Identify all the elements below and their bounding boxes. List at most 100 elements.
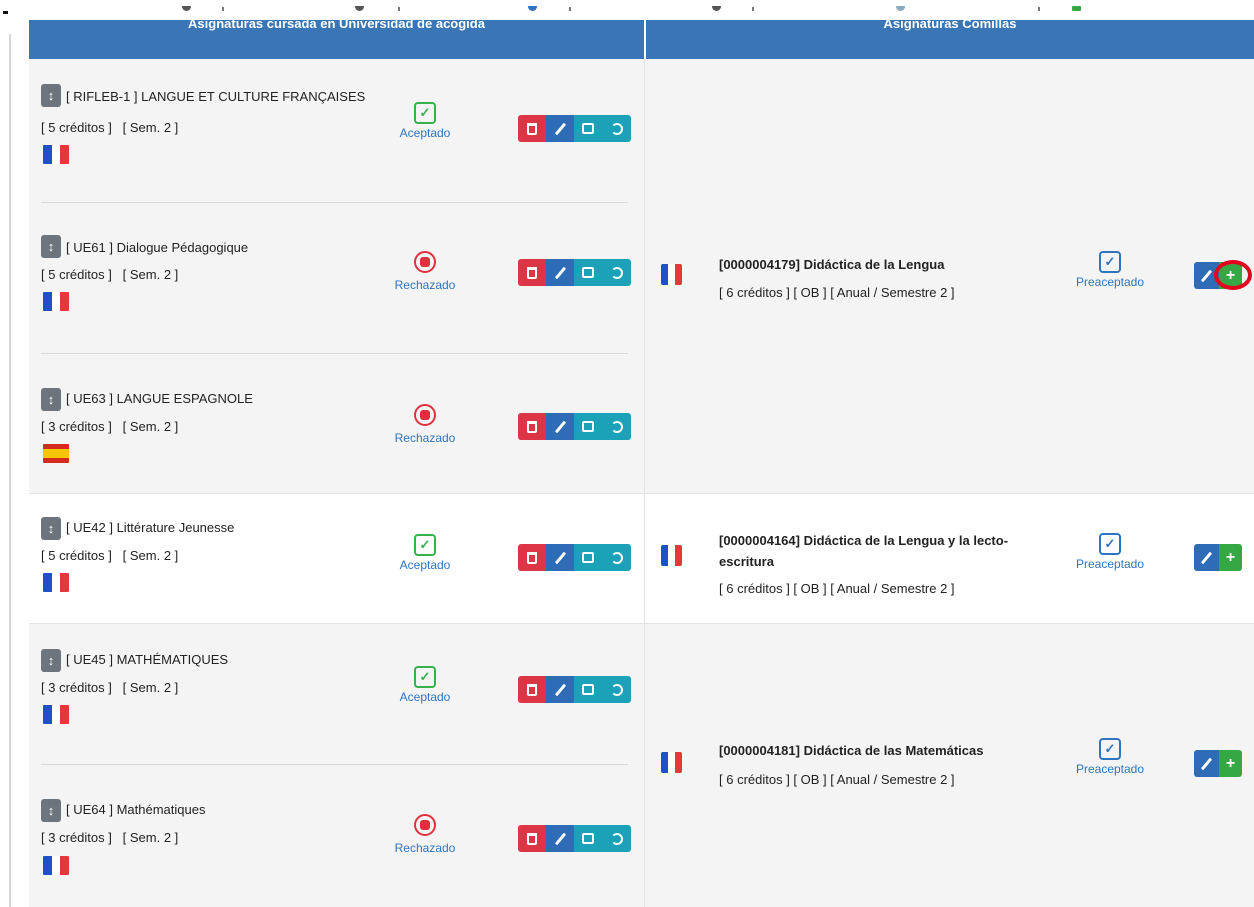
item-separator-2: [41, 353, 628, 354]
comillas-course-actions: +: [1194, 750, 1242, 777]
history-icon: [610, 832, 623, 845]
host-course-title: [ UE63 ] LANGUE ESPAGNOLE: [66, 391, 253, 406]
history-icon: [610, 551, 623, 564]
host-course-semester: [ Sem. 2 ]: [122, 548, 179, 563]
host-course-credits: [ 5 créditos ]: [41, 120, 112, 135]
comment-button[interactable]: [574, 115, 602, 142]
sort-arrows-icon[interactable]: ↕: [41, 799, 61, 822]
comillas-course-title-line1: [0000004164] Didáctica de la Lengua y la…: [719, 533, 1009, 548]
comillas-courses-header-text: Asignaturas Comillas: [883, 20, 1017, 31]
history-button[interactable]: [602, 413, 631, 440]
group-divider-2: [29, 623, 1254, 624]
host-course-meta: [ 5 créditos ] [ Sem. 2 ]: [41, 548, 178, 563]
comment-button[interactable]: [574, 825, 602, 852]
delete-button[interactable]: [518, 676, 546, 703]
status-preaccepted: ✓ Preaceptado: [1065, 738, 1155, 776]
sort-arrows-icon[interactable]: ↕: [41, 517, 61, 540]
pencil-icon: [1200, 269, 1213, 282]
host-course-credits: [ 5 créditos ]: [41, 548, 112, 563]
speech-bubble-icon: [582, 684, 594, 695]
host-course-semester: [ Sem. 2 ]: [122, 830, 179, 845]
comment-button[interactable]: [574, 676, 602, 703]
sort-arrows-icon[interactable]: ↕: [41, 235, 61, 258]
top-dot-6: [1072, 6, 1081, 11]
history-button[interactable]: [602, 259, 631, 286]
pencil-icon: [1200, 551, 1213, 564]
delete-button[interactable]: [518, 825, 546, 852]
delete-button[interactable]: [518, 259, 546, 286]
comillas-course-title-line2: escritura: [719, 554, 774, 569]
comment-button[interactable]: [574, 413, 602, 440]
check-square-icon: ✓: [414, 534, 436, 556]
edit-button[interactable]: [546, 413, 574, 440]
edit-button[interactable]: [546, 676, 574, 703]
top-strip: [0, 0, 1254, 20]
edit-button[interactable]: [546, 115, 574, 142]
check-square-icon: ✓: [1099, 251, 1121, 273]
host-course-semester: [ Sem. 2 ]: [122, 419, 179, 434]
history-icon: [610, 420, 623, 433]
status-label: Aceptado: [399, 690, 451, 704]
comillas-course-meta: [ 6 créditos ] [ OB ] [ Anual / Semestre…: [719, 772, 955, 787]
sort-arrows-icon[interactable]: ↕: [41, 388, 61, 411]
host-course-title: [ UE45 ] MATHÉMATIQUES: [66, 652, 229, 667]
host-course-meta: [ 3 créditos ] [ Sem. 2 ]: [41, 680, 178, 695]
edit-button[interactable]: [546, 825, 574, 852]
highlight-ring: [1214, 260, 1252, 290]
top-tick-4: [752, 7, 754, 11]
delete-button[interactable]: [518, 115, 546, 142]
host-course-actions: [518, 676, 631, 703]
host-course-semester: [ Sem. 2 ]: [122, 680, 179, 695]
france-flag-icon: [43, 145, 69, 164]
edit-button[interactable]: [546, 544, 574, 571]
history-button[interactable]: [602, 825, 631, 852]
comment-button[interactable]: [574, 259, 602, 286]
status-label: Rechazado: [394, 431, 456, 445]
top-dot-4: [712, 6, 721, 11]
edit-button[interactable]: [1194, 544, 1219, 571]
france-flag-icon: [661, 545, 682, 566]
delete-button[interactable]: [518, 413, 546, 440]
item-separator-1: [41, 202, 628, 203]
edit-button[interactable]: [546, 259, 574, 286]
pencil-icon: [554, 122, 566, 135]
history-button[interactable]: [602, 115, 631, 142]
trash-icon: [527, 420, 537, 433]
top-dot-2: [355, 6, 364, 11]
host-course-actions: [518, 115, 631, 142]
host-course-actions: [518, 413, 631, 440]
france-flag-icon: [43, 573, 69, 592]
france-flag-icon: [43, 292, 69, 311]
check-square-icon: ✓: [414, 666, 436, 688]
host-course-meta: [ 5 créditos ] [ Sem. 2 ]: [41, 120, 178, 135]
france-flag-icon: [661, 752, 682, 773]
status-accepted: ✓ Aceptado: [380, 102, 470, 140]
edit-button[interactable]: [1194, 750, 1219, 777]
check-square-icon: ✓: [1099, 738, 1121, 760]
top-tick-3: [569, 7, 571, 11]
history-button[interactable]: [602, 676, 631, 703]
comment-button[interactable]: [574, 544, 602, 571]
status-label: Rechazado: [394, 841, 456, 855]
host-course-title: [ UE64 ] Mathématiques: [66, 802, 206, 817]
history-icon: [610, 122, 623, 135]
sort-arrows-icon[interactable]: ↕: [41, 649, 61, 672]
top-dot-3: [528, 6, 537, 11]
delete-button[interactable]: [518, 544, 546, 571]
status-rejected: Rechazado: [380, 404, 470, 445]
pencil-icon: [554, 551, 566, 564]
add-button[interactable]: +: [1219, 544, 1242, 571]
column-divider: [644, 59, 645, 907]
history-button[interactable]: [602, 544, 631, 571]
add-button[interactable]: +: [1219, 750, 1242, 777]
host-course-meta: [ 3 créditos ] [ Sem. 2 ]: [41, 830, 178, 845]
top-tick-5: [1038, 7, 1040, 11]
status-preaccepted: ✓ Preaceptado: [1065, 533, 1155, 571]
status-label: Preaceptado: [1075, 762, 1145, 776]
trash-icon: [527, 683, 537, 696]
status-label: Preaceptado: [1075, 557, 1145, 571]
comillas-course-title: [0000004181] Didáctica de las Matemática…: [719, 743, 984, 758]
france-flag-icon: [43, 856, 69, 875]
history-icon: [610, 683, 623, 696]
sort-arrows-icon[interactable]: ↕: [41, 84, 61, 107]
